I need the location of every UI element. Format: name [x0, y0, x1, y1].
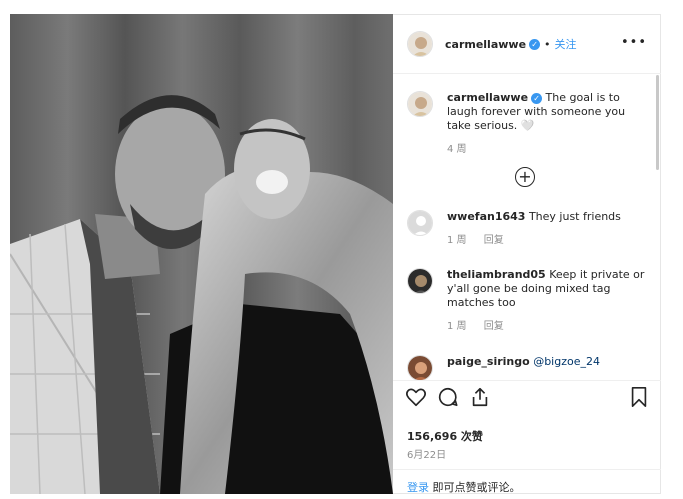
comment-avatar[interactable] [407, 210, 433, 236]
post-date[interactable]: 6月22日 [407, 446, 446, 461]
caption-username[interactable]: carmellawwe [447, 91, 528, 104]
comments-scrollbar[interactable] [656, 75, 659, 170]
login-link[interactable]: 登录 [407, 481, 429, 494]
comment-item: theliambrand05 Keep it private or y'all … [407, 268, 645, 334]
comment-bubble-icon[interactable] [437, 386, 459, 408]
comment-avatar[interactable] [407, 355, 433, 380]
post-photo[interactable] [10, 14, 393, 494]
caption-body: carmellawwe ✓ The goal is to laugh foreve… [447, 91, 645, 157]
verified-badge-icon: ✓ [531, 93, 543, 104]
caption-item: carmellawwe ✓ The goal is to laugh foreve… [407, 91, 645, 157]
comments-list[interactable]: carmellawwe ✓ The goal is to laugh foreve… [393, 75, 661, 380]
comment-time[interactable]: 1 周 [447, 321, 467, 332]
comment-meta: 1 周 回复 [447, 320, 645, 334]
comment-body: theliambrand05 Keep it private or y'all … [447, 268, 645, 334]
login-prompt: 登录 即可点赞或评论。 [393, 469, 661, 496]
caption-author-avatar[interactable] [407, 91, 433, 117]
comment-body: paige_siringo @bigzoe_24 [447, 355, 600, 380]
follow-button[interactable]: 关注 [555, 36, 577, 52]
bookmark-icon[interactable] [629, 386, 649, 411]
comment-username[interactable]: wwefan1643 [447, 210, 525, 223]
post-header: carmellawwe ✓ • 关注 ••• [393, 15, 661, 74]
separator-dot: • [544, 37, 551, 51]
comment-text[interactable]: @bigzoe_24 [533, 355, 600, 368]
action-buttons [405, 386, 491, 408]
comment-item: wwefan1643 They just friends 1 周 回复 [407, 210, 645, 248]
author-username[interactable]: carmellawwe [445, 38, 526, 51]
comment-text: They just friends [528, 210, 621, 223]
reply-button[interactable]: 回复 [484, 235, 504, 246]
comment-username[interactable]: theliambrand05 [447, 268, 546, 281]
verified-badge-icon: ✓ [529, 38, 541, 50]
caption-time[interactable]: 4 周 [447, 144, 467, 155]
login-prompt-text: 即可点赞或评论。 [429, 481, 521, 494]
reply-button[interactable]: 回复 [484, 321, 504, 332]
comment-avatar[interactable] [407, 268, 433, 294]
comment-body: wwefan1643 They just friends 1 周 回复 [447, 210, 621, 248]
caption-meta: 4 周 [447, 143, 645, 157]
comment-item: paige_siringo @bigzoe_24 [407, 355, 645, 380]
author-avatar[interactable] [407, 31, 433, 57]
comment-username[interactable]: paige_siringo [447, 355, 530, 368]
comment-time[interactable]: 1 周 [447, 235, 467, 246]
post-actions: 156,696 次赞 6月22日 登录 即可点赞或评论。 [393, 380, 661, 495]
share-icon[interactable] [469, 386, 491, 408]
load-more-comments-icon[interactable]: + [515, 167, 535, 187]
post-detail-panel: carmellawwe ✓ • 关注 ••• carmellawwe ✓ The … [393, 14, 661, 494]
like-heart-icon[interactable] [405, 386, 427, 408]
more-options-icon[interactable]: ••• [621, 35, 647, 50]
likes-count[interactable]: 156,696 次赞 [407, 428, 483, 444]
comment-meta: 1 周 回复 [447, 234, 621, 248]
